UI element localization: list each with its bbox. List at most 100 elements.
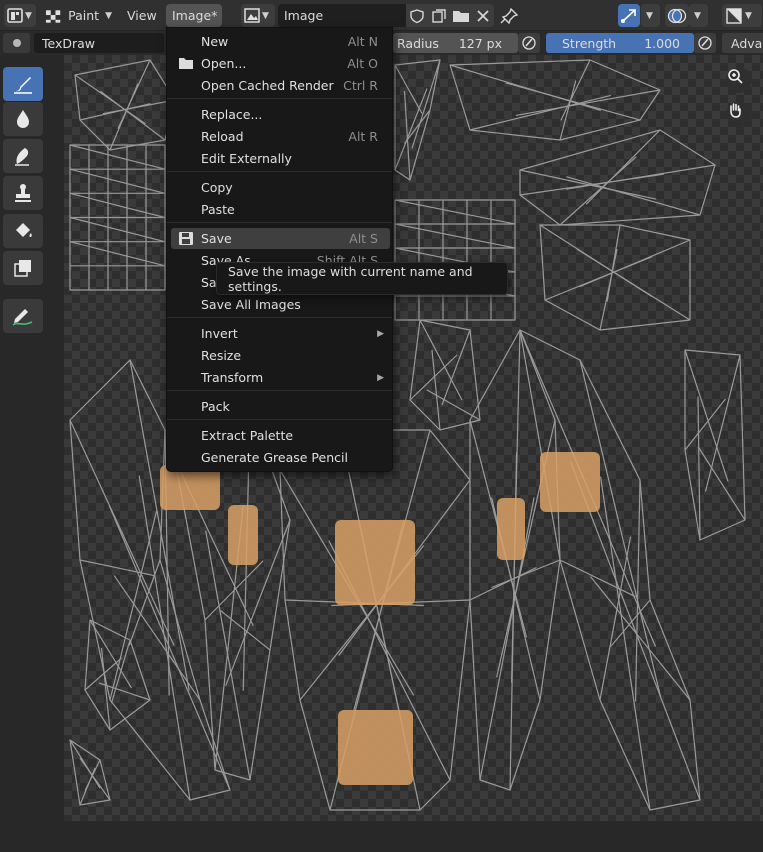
menu-item-shortcut: Alt N xyxy=(347,34,378,49)
strength-slider[interactable]: Strength 1.000 xyxy=(546,33,694,53)
editor-type-selector[interactable]: ▼ xyxy=(4,4,36,27)
brush-preview-button[interactable] xyxy=(3,33,30,53)
advanced-panel-button[interactable]: Advar xyxy=(722,33,763,53)
tool-clone[interactable] xyxy=(3,176,43,210)
uv-edge xyxy=(559,156,637,226)
menu-item-edit-externally[interactable]: Edit Externally xyxy=(171,148,390,169)
menu-item-label: Generate Grease Pencil xyxy=(201,450,348,465)
tooltip-text: Save the image with current name and set… xyxy=(228,263,473,294)
painted-texture-mark xyxy=(335,520,415,605)
uv-edge xyxy=(599,249,618,331)
overlay-toggle[interactable] xyxy=(665,4,689,27)
save-icon xyxy=(179,232,193,245)
display-channels-selector[interactable]: ▼ xyxy=(722,4,762,27)
image-name-field[interactable]: Image xyxy=(278,4,406,27)
strength-value: 1.000 xyxy=(644,35,680,51)
menu-item-paste[interactable]: Paste xyxy=(171,199,390,220)
tool-fill[interactable] xyxy=(3,214,43,248)
submenu-arrow-icon: ▶ xyxy=(377,328,384,339)
radius-label: Radius xyxy=(397,35,439,51)
menu-item-reload[interactable]: Reload Alt R xyxy=(171,126,390,147)
chevron-down-icon: ▼ xyxy=(262,10,269,21)
menu-item-copy[interactable]: Copy xyxy=(171,177,390,198)
tool-smear[interactable] xyxy=(3,139,43,173)
menu-item-label: Open Cached Render xyxy=(201,78,334,93)
menu-item-shortcut: Ctrl R xyxy=(343,78,378,93)
menu-item-transform[interactable]: Transform ▶ xyxy=(171,367,390,388)
menu-item-extract-palette[interactable]: Extract Palette xyxy=(171,425,390,446)
uv-edge xyxy=(469,566,537,601)
menu-item-new[interactable]: New Alt N xyxy=(171,31,390,52)
tool-mask[interactable] xyxy=(3,251,43,285)
uv-edge xyxy=(590,576,691,701)
hand-icon xyxy=(730,103,741,118)
menu-item-open-cached-render[interactable]: Open Cached Render Ctrl R xyxy=(171,75,390,96)
uv-edge xyxy=(205,530,251,781)
menu-item-label: Transform xyxy=(201,370,264,385)
menu-item-replace[interactable]: Replace... xyxy=(171,104,390,125)
tool-draw[interactable] xyxy=(3,67,43,101)
uv-edge xyxy=(69,216,166,243)
uv-sync-button[interactable] xyxy=(618,4,640,27)
menu-separator xyxy=(167,98,392,99)
menu-item-generate-grease-pencil[interactable]: Generate Grease Pencil xyxy=(171,447,390,468)
uv-edge xyxy=(394,64,423,114)
uv-island-mid-right xyxy=(539,224,691,331)
chevron-down-icon: ▼ xyxy=(694,10,701,21)
uv-edge xyxy=(100,90,166,141)
strength-pressure-toggle[interactable] xyxy=(694,33,716,53)
menu-item-invert[interactable]: Invert ▶ xyxy=(171,323,390,344)
uv-arrows-icon xyxy=(621,8,636,23)
menu-item-label: Save All Images xyxy=(201,297,301,312)
folder-icon xyxy=(453,10,469,22)
uv-edge xyxy=(505,82,641,121)
zoom-button[interactable] xyxy=(726,67,752,93)
menu-item-save-all-images[interactable]: Save All Images xyxy=(171,294,390,315)
mode-selector[interactable]: Paint ▼ xyxy=(42,4,116,27)
close-icon xyxy=(477,9,489,22)
uv-edge xyxy=(110,639,131,704)
uv-edge xyxy=(441,329,471,406)
unlink-image-button[interactable] xyxy=(472,4,494,27)
radius-pressure-toggle[interactable] xyxy=(518,33,540,53)
pan-button[interactable] xyxy=(726,101,752,127)
fake-user-button[interactable] xyxy=(406,4,428,27)
uv-edge xyxy=(610,599,651,648)
shield-icon xyxy=(410,8,424,23)
annotate-icon xyxy=(12,309,33,326)
uv-edge xyxy=(697,396,701,541)
image-browse-icon xyxy=(244,7,260,23)
uv-edge xyxy=(394,88,428,171)
advanced-label: Advar xyxy=(731,35,763,51)
mask-icon xyxy=(14,260,31,277)
uv-edge xyxy=(79,103,151,121)
brush-draw-icon xyxy=(14,77,32,94)
uv-sync-dropdown[interactable]: ▼ xyxy=(641,4,660,27)
image-browse-button[interactable]: ▼ xyxy=(241,4,275,27)
tool-soften[interactable] xyxy=(3,102,43,136)
menu-item-resize[interactable]: Resize xyxy=(171,345,390,366)
menu-item-save[interactable]: Save Alt S xyxy=(171,228,390,249)
image-menu[interactable]: Image* xyxy=(166,4,222,27)
menu-item-label: Extract Palette xyxy=(201,428,294,443)
uv-edge xyxy=(559,559,636,598)
uv-edge xyxy=(469,94,611,131)
new-image-button[interactable] xyxy=(428,4,450,27)
pin-button[interactable] xyxy=(499,4,523,27)
uv-edge xyxy=(69,168,166,194)
pen-pressure-icon xyxy=(522,36,536,50)
tool-annotate[interactable] xyxy=(3,299,43,333)
brush-name-field[interactable]: TexDraw xyxy=(34,33,164,53)
uv-edge xyxy=(569,461,701,801)
uv-edge xyxy=(599,476,651,811)
radius-slider[interactable]: Radius 127 px xyxy=(393,33,518,53)
overlay-dropdown[interactable]: ▼ xyxy=(689,4,708,27)
strength-label: Strength xyxy=(562,35,617,51)
menu-item-shortcut: Alt R xyxy=(348,129,378,144)
menu-item-pack[interactable]: Pack xyxy=(171,396,390,417)
brush-name-text: TexDraw xyxy=(42,35,96,51)
open-image-button[interactable] xyxy=(450,4,472,27)
menu-item-open[interactable]: Open... Alt O xyxy=(171,53,390,74)
view-menu[interactable]: View xyxy=(121,4,163,27)
menu-item-label: Reload xyxy=(201,129,244,144)
